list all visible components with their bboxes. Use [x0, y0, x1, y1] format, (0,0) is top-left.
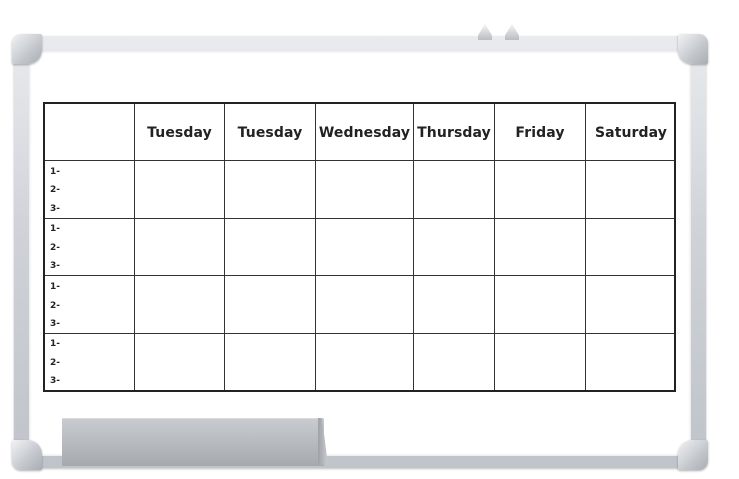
- column-header-day: Tuesday: [147, 125, 212, 141]
- slot-number: 1-: [50, 224, 60, 234]
- grid-row-divider: [45, 333, 674, 334]
- slot-number: 3-: [50, 319, 60, 329]
- frame-corner-top-left: [12, 34, 42, 64]
- slot-number: 1-: [50, 339, 60, 349]
- slot-number: 3-: [50, 376, 60, 386]
- slot-number: 3-: [50, 204, 60, 214]
- slot-number: 2-: [50, 185, 60, 195]
- slot-number: 2-: [50, 358, 60, 368]
- slot-number: 1-: [50, 282, 60, 292]
- slot-number: 2-: [50, 301, 60, 311]
- slot-number: 3-: [50, 261, 60, 271]
- column-header-day: Thursday: [417, 125, 491, 141]
- frame-corner-top-right: [678, 34, 708, 64]
- frame-corner-bottom-right: [678, 440, 708, 470]
- pen-tray: [62, 418, 324, 466]
- hanging-hook-right: [505, 24, 519, 40]
- slot-number: 1-: [50, 167, 60, 177]
- column-header-day: Tuesday: [237, 125, 303, 141]
- column-header-day: Wednesday: [318, 125, 411, 141]
- grid-row-divider: [45, 275, 674, 276]
- column-header-day: Saturday: [594, 125, 668, 141]
- hanging-hook-left: [478, 24, 492, 40]
- whiteboard-scene: Tuesday Tuesday Wednesday Thursday Frida…: [0, 0, 739, 479]
- grid-row-divider: [45, 218, 674, 219]
- weekly-planner-grid: Tuesday Tuesday Wednesday Thursday Frida…: [43, 102, 676, 392]
- frame-corner-bottom-left: [12, 440, 42, 470]
- slot-number: 2-: [50, 243, 60, 253]
- column-header-day: Friday: [515, 125, 565, 141]
